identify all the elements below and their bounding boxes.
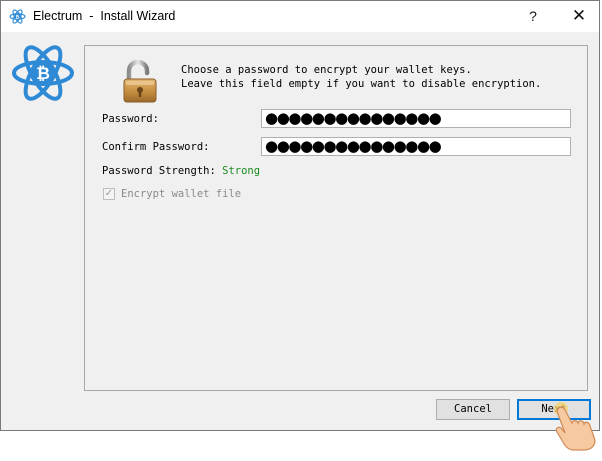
password-strength-label: Password Strength: xyxy=(102,165,216,177)
password-field[interactable]: ●●●●●●●●●●●●●●● xyxy=(261,109,571,128)
title-bar: ₿ Electrum - Install Wizard ? ✕ xyxy=(1,1,599,32)
encrypt-wallet-label: Encrypt wallet file xyxy=(121,188,242,200)
window-title: Electrum - Install Wizard xyxy=(33,9,176,23)
help-button[interactable]: ? xyxy=(511,1,555,32)
instructions-line-1: Choose a password to encrypt your wallet… xyxy=(181,64,472,76)
svg-text:₿: ₿ xyxy=(15,13,19,20)
electrum-app-icon: ₿ xyxy=(9,9,26,24)
password-label: Password: xyxy=(102,113,159,125)
unlocked-padlock-icon xyxy=(123,60,157,103)
close-button[interactable]: ✕ xyxy=(557,1,601,32)
install-wizard-window: ₿ Electrum - Install Wizard ? ✕ ₿ Choose… xyxy=(0,0,600,431)
password-strength-value: Strong xyxy=(222,165,261,177)
electrum-logo-icon: ₿ xyxy=(12,45,74,101)
cancel-button[interactable]: Cancel xyxy=(436,399,510,420)
hand-pointer-icon xyxy=(554,402,596,451)
instructions-line-2: Leave this field empty if you want to di… xyxy=(181,78,542,90)
confirm-password-label: Confirm Password: xyxy=(102,141,210,153)
wizard-content-panel: Choose a password to encrypt your wallet… xyxy=(84,45,588,391)
password-strength-row: Password Strength: Strong xyxy=(102,165,260,177)
svg-text:₿: ₿ xyxy=(36,64,50,84)
instructions-text: Choose a password to encrypt your wallet… xyxy=(181,63,541,91)
confirm-password-field[interactable]: ●●●●●●●●●●●●●●● xyxy=(261,137,571,156)
encrypt-wallet-checkbox[interactable]: ✓ xyxy=(103,188,115,200)
